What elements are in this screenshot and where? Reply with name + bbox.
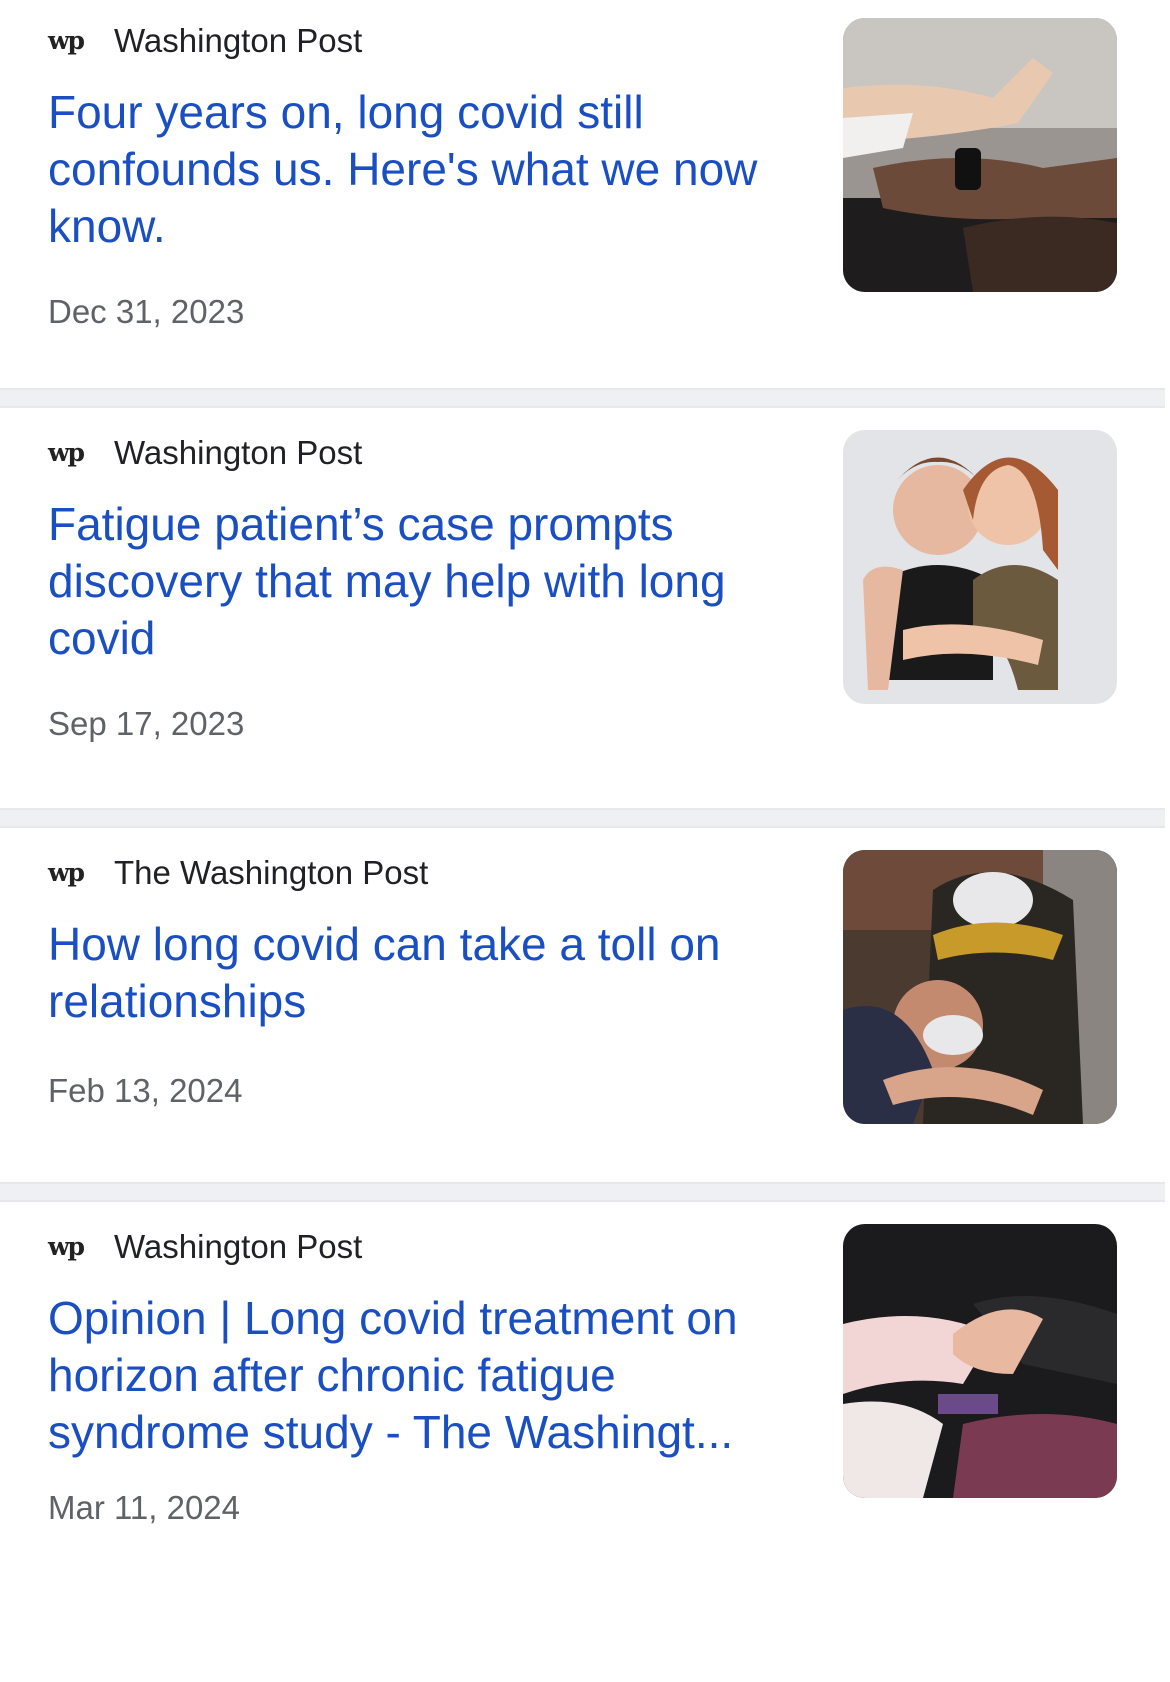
headline-link[interactable]: Four years on, long covid still confound… xyxy=(48,84,783,255)
article-thumbnail[interactable] xyxy=(843,1224,1117,1498)
news-card[interactable]: wp The Washington Post How long covid ca… xyxy=(0,828,1170,1182)
article-thumbnail[interactable] xyxy=(843,430,1117,704)
headline-link[interactable]: How long covid can take a toll on relati… xyxy=(48,916,783,1030)
source-name: Washington Post xyxy=(114,1227,363,1265)
news-feed: wp Washington Post Four years on, long c… xyxy=(0,0,1170,1682)
article-thumbnail[interactable] xyxy=(843,850,1117,1124)
headline-link[interactable]: Fatigue patient’s case prompts discovery… xyxy=(48,496,783,667)
source-name: Washington Post xyxy=(114,21,363,59)
publish-date: Sep 17, 2023 xyxy=(48,705,245,742)
wp-logo-icon: wp xyxy=(48,25,85,55)
hands-photo-icon xyxy=(843,18,1117,292)
card-separator xyxy=(0,388,1165,408)
news-card[interactable]: wp Washington Post Fatigue patient’s cas… xyxy=(0,408,1170,808)
wp-logo-icon: wp xyxy=(48,857,85,887)
article-thumbnail[interactable] xyxy=(843,18,1117,292)
source-name: The Washington Post xyxy=(114,853,429,891)
couple-embrace-photo-icon xyxy=(843,850,1117,1124)
source-name: Washington Post xyxy=(114,433,363,471)
news-card[interactable]: wp Washington Post Four years on, long c… xyxy=(0,0,1170,388)
news-card[interactable]: wp Washington Post Opinion | Long covid … xyxy=(0,1202,1170,1682)
holding-hands-photo-icon xyxy=(843,1224,1117,1498)
wp-logo-icon: wp xyxy=(48,437,85,467)
card-separator xyxy=(0,1182,1165,1202)
publish-date: Dec 31, 2023 xyxy=(48,293,245,330)
wp-logo-icon: wp xyxy=(48,1231,85,1261)
headline-link[interactable]: Opinion | Long covid treatment on horizo… xyxy=(48,1290,783,1461)
card-separator xyxy=(0,808,1165,828)
mother-daughter-photo-icon xyxy=(843,430,1117,704)
